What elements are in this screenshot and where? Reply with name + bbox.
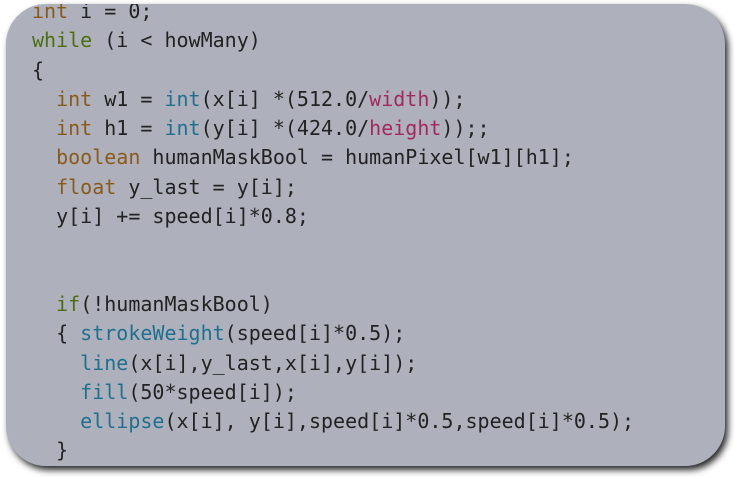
code-token: height — [369, 116, 442, 141]
code-token: int — [164, 116, 201, 141]
code-line: if(!humanMaskBool) — [32, 290, 634, 319]
code-line: while (i < howMany) — [32, 26, 634, 55]
code-line: { strokeWeight(speed[i]*0.5); — [32, 319, 634, 348]
code-token: humanMaskBool = humanPixel[w1][h1]; — [140, 145, 574, 170]
code-token: (speed[i]*0.5); — [224, 321, 406, 346]
code-token: (i < howMany) — [92, 28, 261, 53]
code-editor-panel: int i = 0; while (i < howMany){ int w1 = … — [6, 4, 725, 466]
code-token: boolean — [56, 145, 141, 170]
code-token: float — [56, 174, 117, 199]
code-token: int — [32, 4, 69, 23]
code-line: y[i] += speed[i]*0.8; — [32, 202, 634, 231]
code-token: y_last = y[i]; — [116, 174, 297, 199]
code-token: ));; — [441, 116, 490, 141]
code-token: int — [56, 86, 93, 111]
code-token: (x[i], y[i],speed[i]*0.5,speed[i]*0.5); — [164, 409, 635, 434]
code-token: )); — [429, 86, 466, 111]
code-token: h1 = — [92, 116, 165, 141]
code-token: line — [80, 350, 129, 375]
code-token: if — [56, 291, 81, 316]
code-line: fill(50*speed[i]); — [32, 378, 634, 407]
code-token: (!humanMaskBool) — [80, 291, 273, 316]
code-line: int i = 0; — [32, 4, 634, 26]
code-token: int — [56, 116, 93, 141]
code-line: int w1 = int(x[i] *(512.0/width)); — [32, 85, 634, 114]
code-line: line(x[i],y_last,x[i],y[i]); — [32, 349, 634, 378]
code-token: (y[i] *(424.0/ — [200, 116, 370, 141]
code-line: int h1 = int(y[i] *(424.0/height));; — [32, 114, 634, 143]
code-token: { — [32, 57, 45, 82]
code-token: y[i] += speed[i]*0.8; — [32, 204, 309, 229]
code-line: float y_last = y[i]; — [32, 173, 634, 202]
code-token: ellipse — [80, 409, 165, 434]
code-line: boolean humanMaskBool = humanPixel[w1][h… — [32, 143, 634, 172]
code-token: (50*speed[i]); — [128, 379, 297, 404]
code-line: ellipse(x[i], y[i],speed[i]*0.5,speed[i]… — [32, 407, 634, 436]
code-line: } — [32, 436, 634, 465]
code-token: i = 0; — [68, 4, 153, 23]
code-token: w1 = — [92, 86, 165, 111]
code-token: strokeWeight — [80, 321, 225, 346]
code-block[interactable]: int i = 0; while (i < howMany){ int w1 = … — [32, 4, 634, 466]
code-token: } — [32, 438, 69, 463]
code-token: while — [32, 28, 93, 53]
code-token: (x[i] *(512.0/ — [200, 86, 370, 111]
code-line: { — [32, 56, 634, 85]
code-token: fill — [80, 379, 129, 404]
code-token: { — [32, 321, 81, 346]
code-token: width — [369, 86, 430, 111]
code-token: (x[i],y_last,x[i],y[i]); — [128, 350, 418, 375]
code-token: int — [164, 86, 201, 111]
